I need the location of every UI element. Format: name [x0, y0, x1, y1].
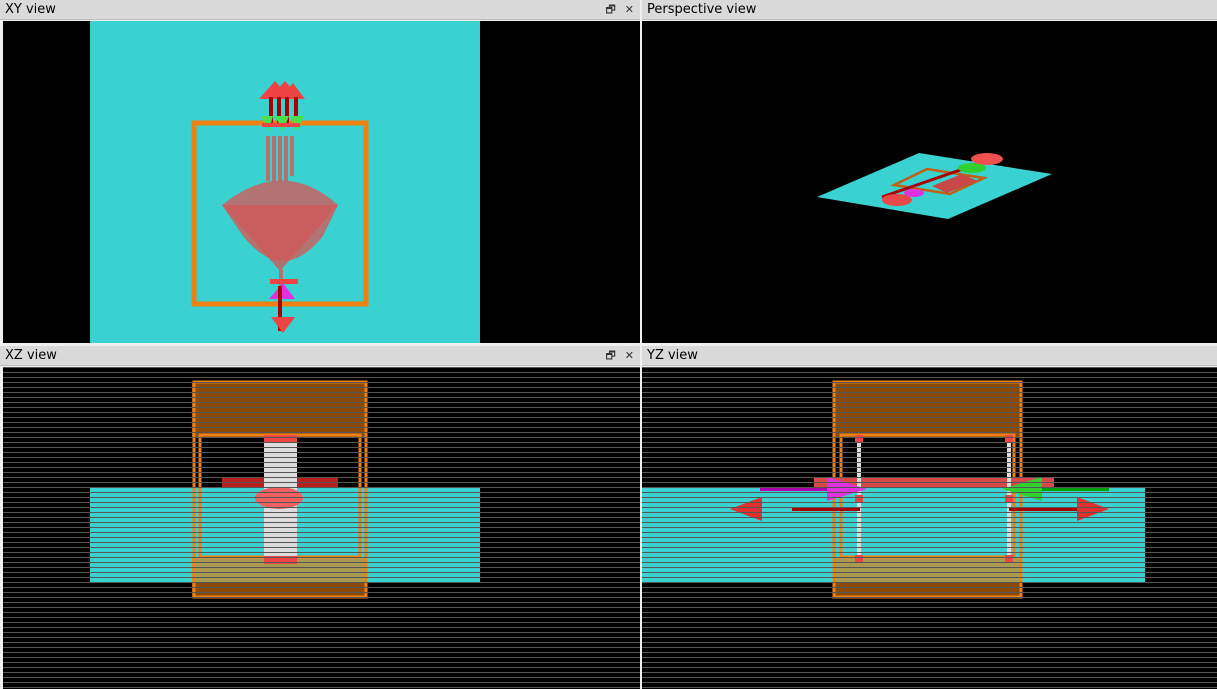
pane-title: Perspective view: [647, 2, 757, 17]
restore-icon[interactable]: 🗗: [605, 349, 615, 362]
yz-viewport[interactable]: [642, 367, 1217, 689]
pane-title: YZ view: [647, 348, 698, 363]
xy-view-titlebar: XY view 🗗 ✕: [0, 0, 640, 20]
yz-view-titlebar: YZ view: [642, 346, 1217, 366]
restore-icon[interactable]: 🗗: [605, 3, 615, 16]
yz-view-pane: YZ view: [642, 346, 1217, 689]
perspective-view-titlebar: Perspective view: [642, 0, 1217, 20]
xz-view-pane: XZ view 🗗 ✕: [0, 346, 640, 689]
pane-title: XZ view: [5, 348, 57, 363]
close-icon[interactable]: ✕: [625, 349, 634, 362]
perspective-view-pane: Perspective view: [642, 0, 1217, 343]
xy-viewport[interactable]: [3, 21, 640, 343]
close-icon[interactable]: ✕: [625, 3, 634, 16]
xz-viewport[interactable]: [3, 367, 640, 689]
perspective-viewport[interactable]: [642, 21, 1217, 343]
pane-title: XY view: [5, 2, 56, 17]
xz-view-titlebar: XZ view 🗗 ✕: [0, 346, 640, 366]
xy-view-pane: XY view 🗗 ✕: [0, 0, 640, 343]
